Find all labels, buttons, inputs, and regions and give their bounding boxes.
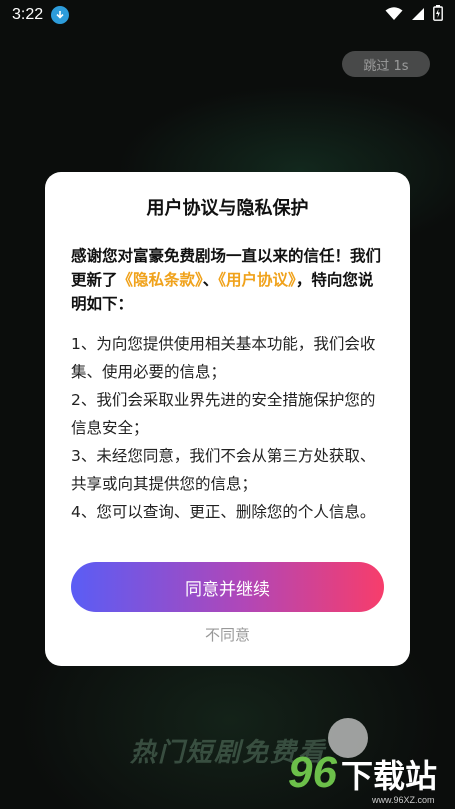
user-agreement-link[interactable]: 《用户协议》 bbox=[218, 271, 296, 289]
download-icon bbox=[51, 6, 70, 24]
status-time: 3:22 bbox=[12, 6, 44, 23]
skip-button[interactable]: 跳过 1s bbox=[342, 51, 430, 77]
agree-button[interactable]: 同意并继续 bbox=[71, 562, 384, 612]
watermark-url: www.96XZ.com bbox=[372, 795, 435, 805]
wifi-icon bbox=[385, 6, 403, 25]
clause-item: 3、未经您同意，我们不会从第三方处获取、共享或向其提供您的信息； bbox=[71, 447, 376, 493]
status-bar: 3:22 bbox=[0, 0, 455, 30]
dialog-intro: 感谢您对富豪免费剧场一直以来的信任！我们更新了《隐私条款》、《用户协议》，特向您… bbox=[71, 244, 384, 316]
dialog-title: 用户协议与隐私保护 bbox=[146, 198, 309, 219]
watermark-logo: 96 下载站 bbox=[288, 748, 437, 798]
clause-item: 2、我们会采取业界先进的安全措施保护您的信息安全； bbox=[71, 391, 376, 437]
battery-icon bbox=[433, 5, 443, 25]
disagree-button[interactable]: 不同意 bbox=[45, 624, 410, 645]
clause-item: 1、为向您提供使用相关基本功能，我们会收集、使用必要的信息； bbox=[71, 335, 376, 381]
intro-separator: 、 bbox=[202, 271, 219, 289]
watermark-text: 下载站 bbox=[340, 757, 437, 795]
privacy-dialog: 用户协议与隐私保护 感谢您对富豪免费剧场一直以来的信任！我们更新了《隐私条款》、… bbox=[45, 172, 410, 666]
clause-item: 4、您可以查询、更正、删除您的个人信息。 bbox=[71, 503, 376, 521]
signal-icon bbox=[411, 6, 425, 25]
watermark-number: 96 bbox=[288, 748, 337, 797]
privacy-policy-link[interactable]: 《隐私条款》 bbox=[118, 271, 203, 289]
